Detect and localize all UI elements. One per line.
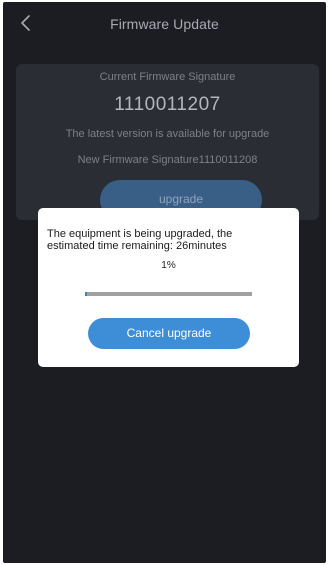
upgrade-message-line1: The equipment is being upgraded, the [47,228,233,240]
upgrade-message-line2: estimated time remaining: 26minutes [47,240,227,252]
progress-percent: 1% [161,260,176,271]
progress-bar [85,292,252,296]
app-screen: Firmware Update Current Firmware Signatu… [3,2,326,563]
cancel-upgrade-button[interactable]: Cancel upgrade [88,318,250,349]
progress-bar-fill [85,292,87,296]
upgrade-message: The equipment is being upgraded, the est… [47,228,292,252]
upgrade-progress-dialog: The equipment is being upgraded, the est… [38,208,299,367]
